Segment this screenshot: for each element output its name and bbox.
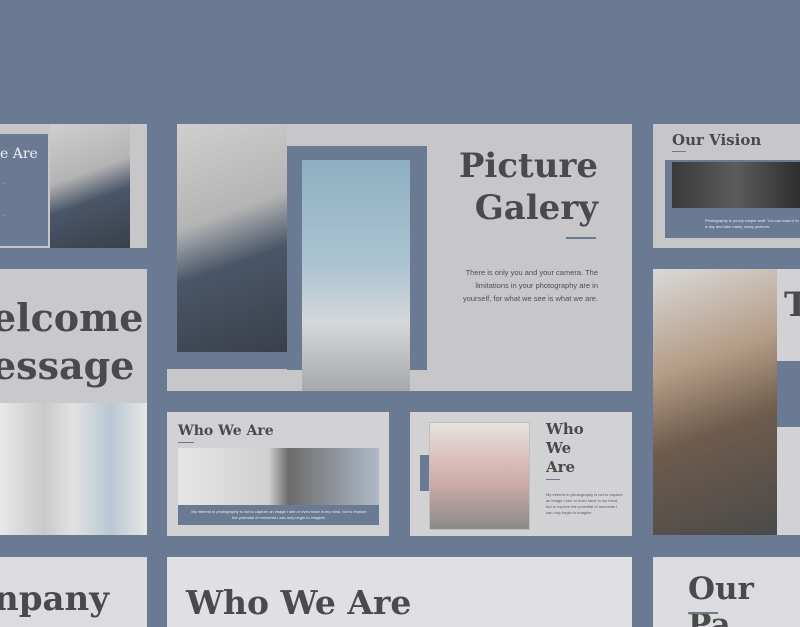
title-underline [688, 612, 718, 614]
slide-title-letter: T [784, 285, 800, 325]
title-underline [546, 479, 560, 480]
slide-title: Our Vision [672, 131, 762, 149]
slide-picture-galery[interactable]: Picture Galery There is only you and you… [167, 124, 632, 391]
slide-our-vision[interactable]: Our Vision Photography is purely simple … [653, 124, 800, 248]
gallery-title-line2: Galery [474, 188, 598, 228]
tall-title-line2: We [546, 439, 572, 457]
vision-caption: Photography is purely simple stuff. You … [705, 218, 799, 229]
gallery-body: There is only you and your camera. The l… [462, 268, 598, 303]
slide-who-we-are-left[interactable]: e Are ... ... [0, 124, 147, 248]
tall-title-line3: Are [546, 458, 576, 476]
slide-title: e Are [0, 146, 38, 162]
welcome-line1: elcome [0, 295, 144, 340]
slide-title: Who We Are [178, 423, 274, 439]
gallery-title-line1: Picture [458, 146, 598, 186]
title-underline [672, 151, 686, 152]
slide-welcome-message[interactable]: elcome essage [0, 269, 147, 535]
slide-title: Our Pa [688, 571, 754, 627]
company-title: npany [0, 579, 109, 619]
slide-title: Who We Are [186, 583, 412, 622]
building-photo [302, 160, 410, 391]
color-block [777, 361, 800, 427]
friends-photo [672, 162, 800, 208]
man-photo [50, 124, 130, 248]
tall-title-line1: Who [546, 420, 584, 438]
wall-photo [178, 448, 379, 505]
slide-who-we-are-bottom[interactable]: Who We Are [167, 557, 632, 627]
tall-body: My interest in photography is not to cap… [546, 492, 623, 515]
welcome-line2: essage [0, 343, 135, 388]
slide-our-partners[interactable]: Our Pa [653, 557, 800, 627]
slide-who-we-are-center[interactable]: Who We Are My interest in photography is… [167, 412, 389, 536]
slide-who-we-are-tall[interactable]: Who We Are My interest in photography is… [410, 412, 632, 536]
title-underline [178, 442, 194, 443]
girl-portrait-photo [653, 269, 777, 535]
door-photo [0, 403, 147, 535]
slide-body: ... [2, 180, 6, 185]
slide-portrait[interactable]: T [653, 269, 800, 535]
slide-caption: My interest in photography is not to cap… [191, 509, 367, 520]
slide-body-2: ... [2, 212, 6, 217]
fashion-photo [429, 422, 530, 530]
title-underline [566, 237, 596, 239]
slide-company[interactable]: npany [0, 557, 147, 627]
man-photo [177, 124, 287, 352]
